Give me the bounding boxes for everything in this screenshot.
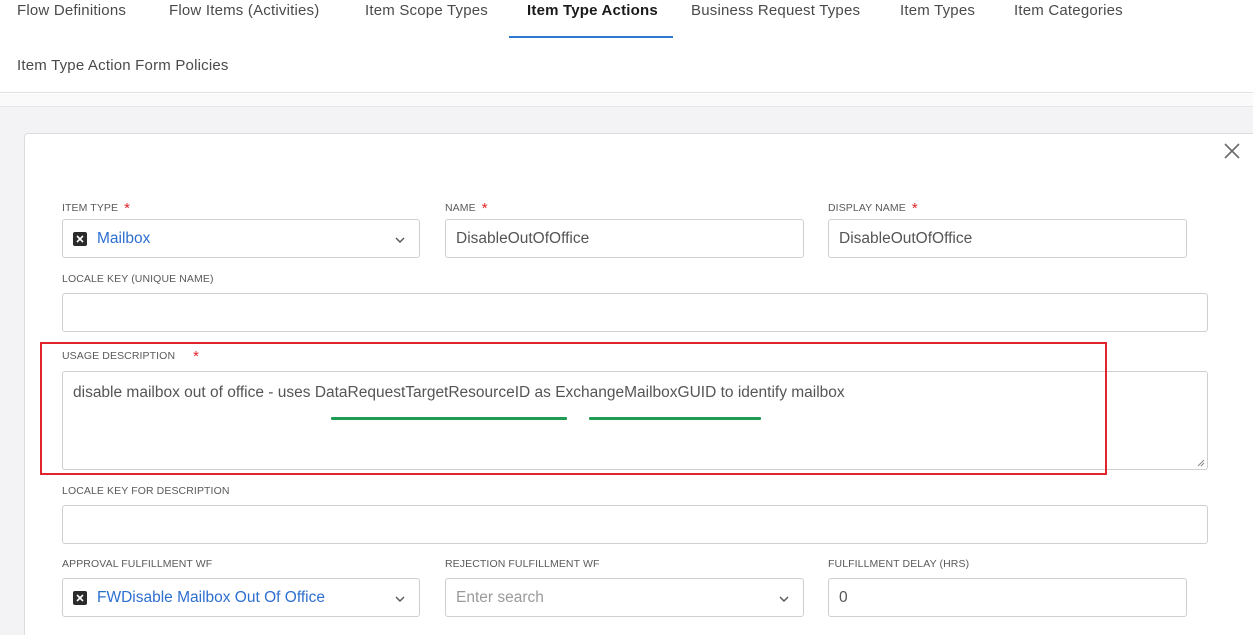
fulfillment-delay-label: FULFILLMENT DELAY (HRS) bbox=[828, 558, 970, 570]
chevron-down-icon[interactable] bbox=[777, 592, 791, 606]
clear-x-icon[interactable] bbox=[73, 590, 87, 605]
spellcheck-underline bbox=[589, 417, 761, 420]
required-marker: * bbox=[193, 348, 200, 365]
tab-item-categories[interactable]: Item Categories bbox=[1014, 2, 1123, 19]
approval-wf-label: APPROVAL FULFILLMENT WF bbox=[62, 558, 213, 570]
usage-description-label: USAGE DESCRIPTION * bbox=[62, 348, 200, 365]
usage-description-textarea[interactable]: disable mailbox out of office - uses Dat… bbox=[62, 371, 1208, 470]
page-header-strip bbox=[0, 94, 1253, 107]
tab-business-request-types[interactable]: Business Request Types bbox=[691, 2, 860, 19]
item-type-value: Mailbox bbox=[97, 229, 151, 247]
fulfillment-delay-input[interactable]: 0 bbox=[828, 578, 1187, 617]
close-icon[interactable] bbox=[1220, 139, 1244, 163]
locale-key-input[interactable] bbox=[62, 293, 1208, 332]
name-label: NAME * bbox=[445, 200, 488, 217]
required-marker: * bbox=[481, 200, 488, 217]
spellcheck-underline bbox=[331, 417, 567, 420]
usage-description-value: disable mailbox out of office - uses Dat… bbox=[73, 384, 845, 401]
tab-item-type-actions[interactable]: Item Type Actions bbox=[527, 2, 658, 19]
rejection-wf-select[interactable]: Enter search bbox=[445, 578, 804, 617]
resize-grip-icon[interactable] bbox=[1195, 457, 1205, 467]
display-name-input[interactable]: DisableOutOfOffice bbox=[828, 219, 1187, 258]
locale-key-description-input[interactable] bbox=[62, 505, 1208, 544]
item-type-label: ITEM TYPE * bbox=[62, 200, 131, 217]
tab-flow-items[interactable]: Flow Items (Activities) bbox=[169, 2, 319, 19]
chevron-down-icon[interactable] bbox=[393, 233, 407, 247]
clear-x-icon[interactable] bbox=[73, 231, 87, 246]
tab-flow-definitions[interactable]: Flow Definitions bbox=[17, 2, 126, 19]
fulfillment-delay-value: 0 bbox=[839, 588, 848, 606]
rejection-wf-placeholder: Enter search bbox=[456, 588, 544, 606]
item-type-select[interactable]: Mailbox bbox=[62, 219, 420, 258]
chevron-down-icon[interactable] bbox=[393, 592, 407, 606]
tab-item-type-action-form-policies[interactable]: Item Type Action Form Policies bbox=[17, 57, 229, 74]
locale-key-label: LOCALE KEY (UNIQUE NAME) bbox=[62, 273, 214, 285]
tab-bar: Flow Definitions Flow Items (Activities)… bbox=[0, 0, 1253, 93]
approval-wf-select[interactable]: FWDisable Mailbox Out Of Office bbox=[62, 578, 420, 617]
tab-item-types[interactable]: Item Types bbox=[900, 2, 975, 19]
tab-item-scope-types[interactable]: Item Scope Types bbox=[365, 2, 488, 19]
active-tab-indicator bbox=[509, 36, 673, 38]
rejection-wf-label: REJECTION FULFILLMENT WF bbox=[445, 558, 600, 570]
name-input[interactable]: DisableOutOfOffice bbox=[445, 219, 804, 258]
required-marker: * bbox=[911, 200, 918, 217]
approval-wf-value: FWDisable Mailbox Out Of Office bbox=[97, 588, 325, 606]
locale-key-description-label: LOCALE KEY FOR DESCRIPTION bbox=[62, 485, 230, 497]
display-name-value: DisableOutOfOffice bbox=[839, 229, 973, 247]
name-value: DisableOutOfOffice bbox=[456, 229, 590, 247]
display-name-label: DISPLAY NAME * bbox=[828, 200, 918, 217]
required-marker: * bbox=[124, 200, 131, 217]
